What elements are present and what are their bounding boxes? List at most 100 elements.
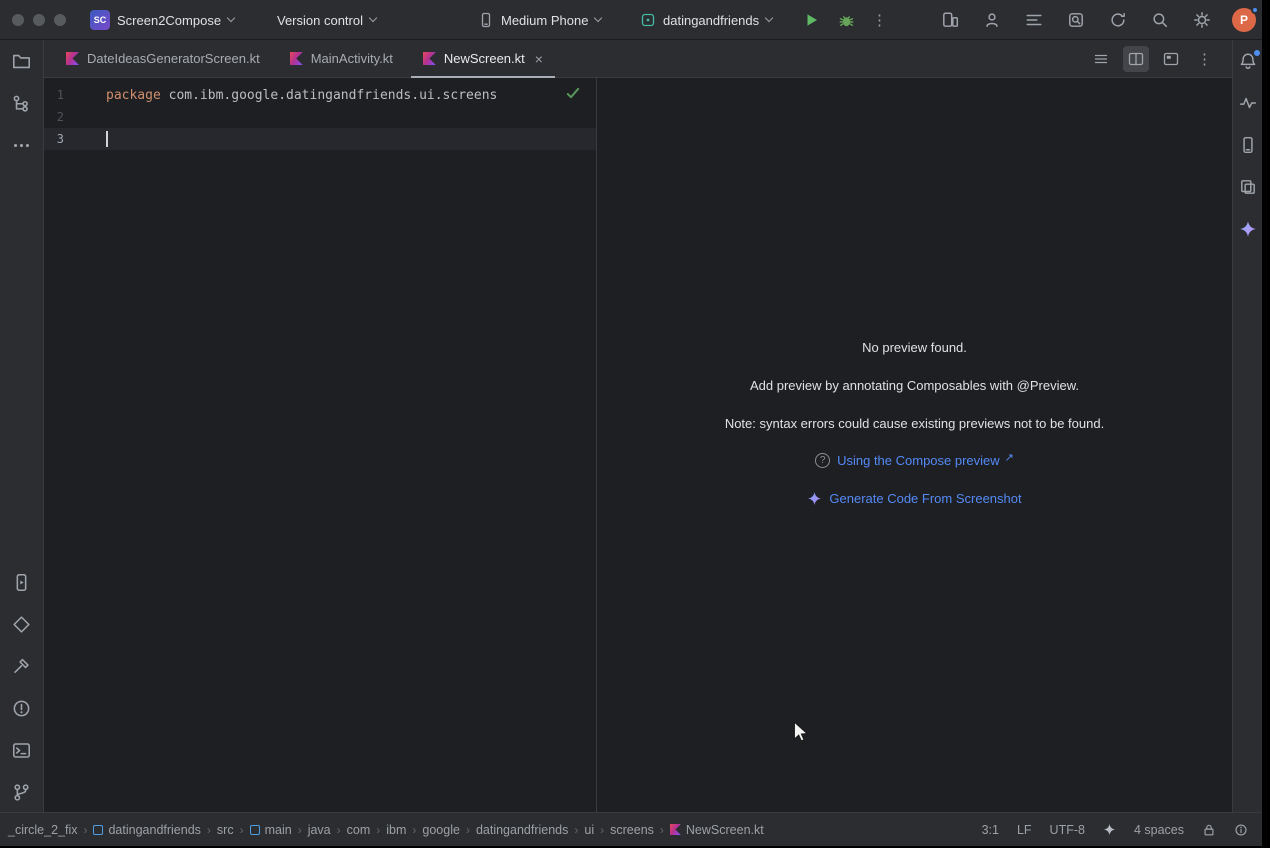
play-icon <box>804 12 820 28</box>
indent-widget[interactable]: 4 spaces <box>1134 823 1184 837</box>
device-mirroring-icon[interactable] <box>938 8 962 32</box>
user-avatar[interactable]: P <box>1232 8 1256 32</box>
project-name: Screen2Compose <box>117 13 221 28</box>
minimize-window-button[interactable] <box>33 14 45 26</box>
line-separator-widget[interactable]: LF <box>1017 823 1032 837</box>
breadcrumb-item[interactable]: datingandfriends <box>93 823 200 837</box>
more-tool-windows-icon[interactable] <box>12 135 32 155</box>
code-line-caret[interactable]: 3 <box>44 128 596 150</box>
inspections-ok-icon[interactable] <box>566 86 580 104</box>
statusbar-widgets: 3:1 LF UTF-8 4 spaces <box>982 823 1262 837</box>
more-run-options-button[interactable]: ⋮ <box>868 13 891 28</box>
version-control-icon[interactable] <box>12 782 32 802</box>
readonly-lock-icon[interactable] <box>1202 823 1216 837</box>
tab-options-button[interactable]: ⋮ <box>1193 52 1216 67</box>
bug-icon <box>838 12 855 29</box>
app-inspection-icon[interactable] <box>1064 8 1088 32</box>
breadcrumb-separator: › <box>337 823 341 837</box>
device-selector[interactable]: Medium Phone <box>478 0 601 40</box>
run-actions: ⋮ <box>800 0 891 40</box>
breadcrumb-separator: › <box>660 823 664 837</box>
search-icon[interactable] <box>1148 8 1172 32</box>
tab-dateideasgeneratorscreen[interactable]: DateIdeasGeneratorScreen.kt <box>52 40 274 77</box>
device-selector-label: Medium Phone <box>501 13 588 28</box>
help-icon: ? <box>815 453 830 468</box>
generate-code-row: Generate Code From Screenshot <box>597 486 1232 510</box>
right-tool-stripe <box>1232 40 1262 812</box>
breadcrumb-item[interactable]: src <box>217 823 234 837</box>
code-editor[interactable]: 1 package com.ibm.google.datingandfriend… <box>44 78 596 812</box>
device-explorer-icon[interactable] <box>1238 177 1258 197</box>
breadcrumb-item[interactable]: datingandfriends <box>476 823 568 837</box>
logcat-icon[interactable] <box>1022 8 1046 32</box>
breadcrumb-item[interactable]: main <box>250 823 292 837</box>
app-quality-insights-icon[interactable] <box>12 614 32 634</box>
generate-code-from-screenshot-link[interactable]: Generate Code From Screenshot <box>829 491 1021 506</box>
device-manager-icon[interactable] <box>1238 135 1258 155</box>
design-view-icon[interactable] <box>1158 46 1184 72</box>
version-control-menu[interactable]: Version control <box>277 0 376 40</box>
breadcrumb-item[interactable]: com <box>347 823 371 837</box>
breadcrumb-item[interactable]: google <box>422 823 460 837</box>
terminal-icon[interactable] <box>12 740 32 760</box>
breadcrumb-separator: › <box>466 823 470 837</box>
tab-newscreen[interactable]: NewScreen.kt × <box>409 40 557 77</box>
settings-icon[interactable] <box>1190 8 1214 32</box>
android-studio-window: SC Screen2Compose Version control Medium… <box>0 0 1262 846</box>
breadcrumb-separator: › <box>376 823 380 837</box>
breadcrumb-item-file[interactable]: NewScreen.kt <box>670 823 764 837</box>
tab-label: DateIdeasGeneratorScreen.kt <box>87 51 260 66</box>
build-icon[interactable] <box>12 656 32 676</box>
preview-note: Note: syntax errors could cause existing… <box>597 411 1232 435</box>
code-line[interactable]: 1 package com.ibm.google.datingandfriend… <box>44 84 596 106</box>
problems-icon[interactable] <box>12 698 32 718</box>
gemini-icon[interactable] <box>1238 219 1258 239</box>
kotlin-file-icon <box>670 824 681 835</box>
mouse-cursor <box>793 721 809 743</box>
breadcrumb-item[interactable]: ibm <box>386 823 406 837</box>
avatar-initial: P <box>1240 13 1248 27</box>
ide-messages-icon[interactable] <box>1234 823 1248 837</box>
breadcrumb-separator: › <box>412 823 416 837</box>
debug-button[interactable] <box>834 8 858 32</box>
close-window-button[interactable] <box>12 14 24 26</box>
code-text: package com.ibm.google.datingandfriends.… <box>106 88 497 103</box>
running-devices-icon[interactable] <box>12 572 32 592</box>
encoding-widget[interactable]: UTF-8 <box>1050 823 1085 837</box>
preview-empty-title: No preview found. <box>597 335 1232 359</box>
run-configuration-selector[interactable]: datingandfriends <box>640 0 772 40</box>
breadcrumb-item[interactable]: java <box>308 823 331 837</box>
zoom-window-button[interactable] <box>54 14 66 26</box>
profiler-icon[interactable] <box>1238 93 1258 113</box>
phone-icon <box>478 12 494 28</box>
breadcrumb-item[interactable]: _circle_2_fix <box>8 823 77 837</box>
tab-mainactivity[interactable]: MainActivity.kt <box>276 40 407 77</box>
compose-preview-docs-link[interactable]: Using the Compose preview <box>837 453 1000 468</box>
editor-mode-toggles: ⋮ <box>1088 40 1216 78</box>
external-link-icon: ↗ <box>1005 451 1014 464</box>
ai-status-icon[interactable] <box>1103 823 1116 836</box>
project-folder-icon[interactable] <box>12 51 32 71</box>
code-view-icon[interactable] <box>1088 46 1114 72</box>
kotlin-file-icon <box>290 52 303 65</box>
split-view-icon[interactable] <box>1123 46 1149 72</box>
gradle-sync-icon[interactable] <box>1106 8 1130 32</box>
close-tab-icon[interactable]: × <box>535 52 543 66</box>
structure-icon[interactable] <box>12 93 32 113</box>
breadcrumb-item[interactable]: screens <box>610 823 654 837</box>
run-button[interactable] <box>800 8 824 32</box>
notification-badge <box>1254 50 1260 56</box>
line-number: 2 <box>44 110 64 124</box>
line-number: 3 <box>44 132 64 146</box>
breadcrumb-separator: › <box>298 823 302 837</box>
code-line[interactable]: 2 <box>44 106 596 128</box>
breadcrumb-item[interactable]: ui <box>584 823 594 837</box>
code-with-me-icon[interactable] <box>980 8 1004 32</box>
project-selector[interactable]: SC Screen2Compose <box>90 0 234 40</box>
cursor-position-widget[interactable]: 3:1 <box>982 823 999 837</box>
line-number: 1 <box>44 88 64 102</box>
breadcrumb-separator: › <box>240 823 244 837</box>
preview-hint: Add preview by annotating Composables wi… <box>597 373 1232 397</box>
notifications-icon[interactable] <box>1238 51 1258 71</box>
left-tool-stripe <box>0 40 44 812</box>
